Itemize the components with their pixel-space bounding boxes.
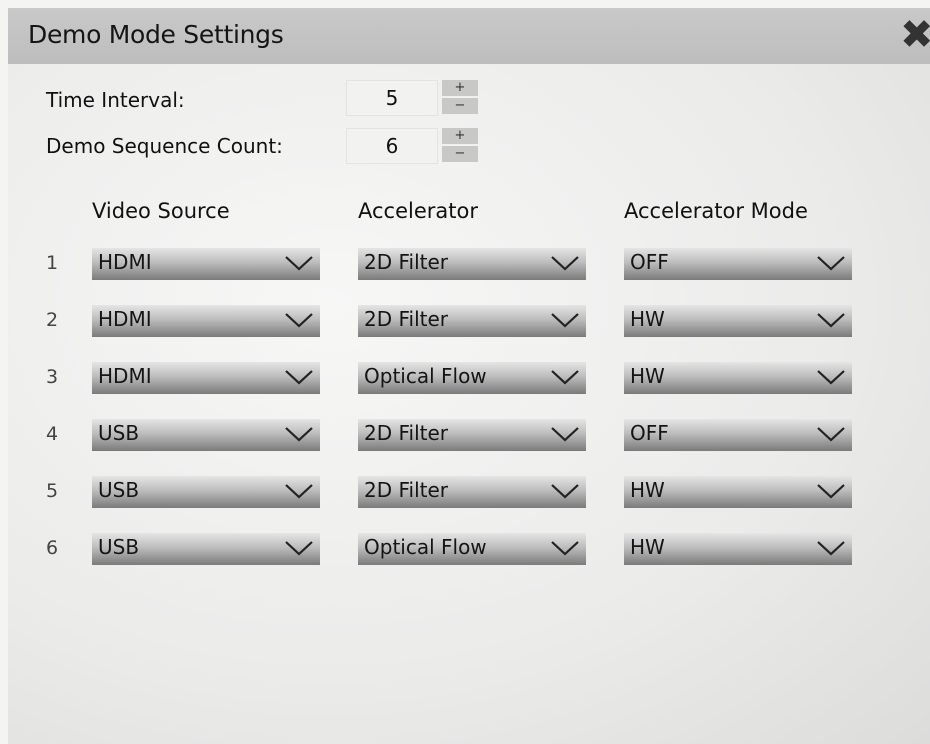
dropdown-value: 2D Filter bbox=[364, 421, 449, 445]
sequence-count-stepper: + − bbox=[442, 128, 478, 164]
dropdown-value: 2D Filter bbox=[364, 307, 449, 331]
chevron-down-icon bbox=[550, 254, 580, 272]
chevron-down-icon bbox=[816, 311, 846, 329]
chevron-down-icon bbox=[550, 311, 580, 329]
close-icon[interactable]: ✖ bbox=[900, 14, 930, 56]
column-header-accelerator: Accelerator bbox=[358, 199, 478, 223]
time-interval-increment-button[interactable]: + bbox=[442, 80, 478, 96]
time-interval-label: Time Interval: bbox=[46, 88, 185, 112]
video-source-dropdown-row-3[interactable]: HDMI bbox=[92, 362, 320, 394]
accelerator-mode-dropdown-row-2[interactable]: HW bbox=[624, 305, 852, 337]
video-source-dropdown-row-4[interactable]: USB bbox=[92, 419, 320, 451]
video-source-dropdown-row-6[interactable]: USB bbox=[92, 533, 320, 565]
sequence-count-label: Demo Sequence Count: bbox=[46, 134, 283, 158]
dropdown-value: HW bbox=[630, 478, 665, 502]
dropdown-value: USB bbox=[98, 535, 140, 559]
chevron-down-icon bbox=[816, 482, 846, 500]
row-index: 4 bbox=[46, 423, 59, 445]
video-source-dropdown-row-1[interactable]: HDMI bbox=[92, 248, 320, 280]
accelerator-mode-dropdown-row-3[interactable]: HW bbox=[624, 362, 852, 394]
video-source-dropdown-row-5[interactable]: USB bbox=[92, 476, 320, 508]
dropdown-value: HDMI bbox=[98, 364, 152, 388]
chevron-down-icon bbox=[284, 254, 314, 272]
dropdown-value: Optical Flow bbox=[364, 364, 487, 388]
accelerator-dropdown-row-4[interactable]: 2D Filter bbox=[358, 419, 586, 451]
column-header-video-source: Video Source bbox=[92, 199, 230, 223]
dropdown-value: USB bbox=[98, 478, 140, 502]
video-source-dropdown-row-2[interactable]: HDMI bbox=[92, 305, 320, 337]
accelerator-mode-dropdown-row-6[interactable]: HW bbox=[624, 533, 852, 565]
chevron-down-icon bbox=[550, 425, 580, 443]
dropdown-value: 2D Filter bbox=[364, 250, 449, 274]
chevron-down-icon bbox=[284, 425, 314, 443]
demo-mode-dialog: Demo Mode Settings ✖ Time Interval: 5 + … bbox=[8, 8, 930, 744]
row-index: 2 bbox=[46, 309, 59, 331]
chevron-down-icon bbox=[284, 482, 314, 500]
chevron-down-icon bbox=[550, 368, 580, 386]
dropdown-value: HW bbox=[630, 364, 665, 388]
chevron-down-icon bbox=[816, 539, 846, 557]
dropdown-value: OFF bbox=[630, 250, 669, 274]
row-index: 3 bbox=[46, 366, 59, 388]
accelerator-dropdown-row-6[interactable]: Optical Flow bbox=[358, 533, 586, 565]
dropdown-value: HW bbox=[630, 535, 665, 559]
accelerator-mode-dropdown-row-1[interactable]: OFF bbox=[624, 248, 852, 280]
sequence-count-decrement-button[interactable]: − bbox=[442, 146, 478, 162]
sequence-count-field[interactable]: 6 bbox=[346, 128, 438, 164]
sequence-count-increment-button[interactable]: + bbox=[442, 128, 478, 144]
dropdown-value: HDMI bbox=[98, 307, 152, 331]
row-index: 5 bbox=[46, 480, 59, 502]
time-interval-decrement-button[interactable]: − bbox=[442, 98, 478, 114]
dropdown-value: 2D Filter bbox=[364, 478, 449, 502]
chevron-down-icon bbox=[284, 539, 314, 557]
title-bar: Demo Mode Settings ✖ bbox=[8, 8, 930, 64]
row-index: 1 bbox=[46, 252, 59, 274]
dropdown-value: Optical Flow bbox=[364, 535, 487, 559]
dropdown-value: OFF bbox=[630, 421, 669, 445]
chevron-down-icon bbox=[284, 311, 314, 329]
dropdown-value: HW bbox=[630, 307, 665, 331]
chevron-down-icon bbox=[816, 425, 846, 443]
accelerator-mode-dropdown-row-4[interactable]: OFF bbox=[624, 419, 852, 451]
accelerator-dropdown-row-5[interactable]: 2D Filter bbox=[358, 476, 586, 508]
dialog-title: Demo Mode Settings bbox=[28, 20, 284, 49]
accelerator-mode-dropdown-row-5[interactable]: HW bbox=[624, 476, 852, 508]
column-header-accelerator-mode: Accelerator Mode bbox=[624, 199, 808, 223]
dropdown-value: HDMI bbox=[98, 250, 152, 274]
chevron-down-icon bbox=[816, 254, 846, 272]
row-index: 6 bbox=[46, 537, 59, 559]
accelerator-dropdown-row-3[interactable]: Optical Flow bbox=[358, 362, 586, 394]
time-interval-field[interactable]: 5 bbox=[346, 80, 438, 116]
chevron-down-icon bbox=[550, 482, 580, 500]
chevron-down-icon bbox=[816, 368, 846, 386]
accelerator-dropdown-row-1[interactable]: 2D Filter bbox=[358, 248, 586, 280]
accelerator-dropdown-row-2[interactable]: 2D Filter bbox=[358, 305, 586, 337]
chevron-down-icon bbox=[550, 539, 580, 557]
dropdown-value: USB bbox=[98, 421, 140, 445]
chevron-down-icon bbox=[284, 368, 314, 386]
time-interval-stepper: + − bbox=[442, 80, 478, 116]
